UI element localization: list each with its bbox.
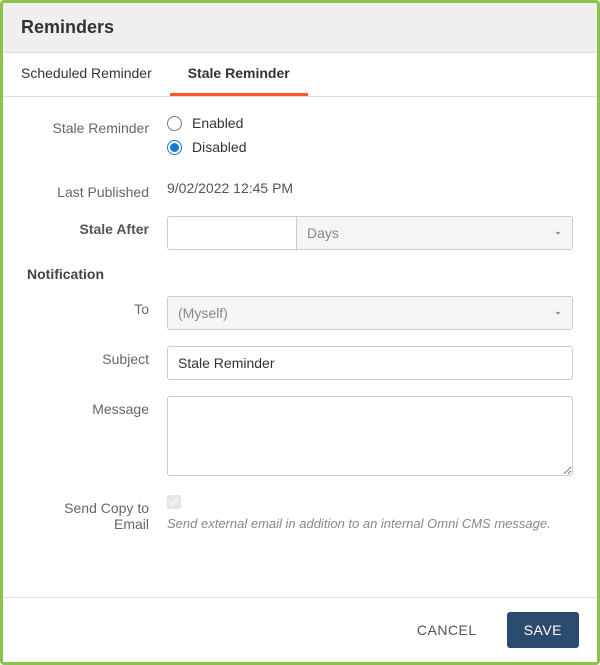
notification-heading: Notification	[27, 266, 573, 282]
send-copy-label: Send Copy to Email	[27, 495, 167, 532]
send-copy-checkbox[interactable]	[167, 495, 181, 509]
to-label: To	[27, 296, 167, 317]
last-published-label: Last Published	[27, 179, 167, 200]
radio-enabled-option[interactable]: Enabled	[167, 115, 573, 131]
to-select[interactable]: (Myself)	[167, 296, 573, 330]
stale-after-amount-input[interactable]	[167, 216, 297, 250]
stale-after-label: Stale After	[27, 216, 167, 237]
dialog-title: Reminders	[21, 17, 579, 38]
stale-after-unit-value: Days	[297, 216, 573, 250]
message-textarea[interactable]	[167, 396, 573, 476]
tab-scheduled-reminder[interactable]: Scheduled Reminder	[3, 53, 170, 96]
tab-stale-reminder[interactable]: Stale Reminder	[170, 53, 308, 96]
stale-reminder-label: Stale Reminder	[27, 115, 167, 136]
titlebar: Reminders	[3, 3, 597, 53]
save-button[interactable]: SAVE	[507, 612, 579, 648]
cancel-button[interactable]: CANCEL	[401, 613, 493, 647]
radio-disabled-label: Disabled	[192, 139, 246, 155]
radio-enabled-label: Enabled	[192, 115, 243, 131]
dialog-footer: CANCEL SAVE	[3, 597, 597, 662]
tabs: Scheduled Reminder Stale Reminder	[3, 53, 597, 97]
radio-disabled[interactable]	[167, 140, 182, 155]
send-copy-helper: Send external email in addition to an in…	[167, 515, 573, 533]
stale-reminder-radio-group: Enabled Disabled	[167, 115, 573, 163]
last-published-value: 9/02/2022 12:45 PM	[167, 179, 573, 196]
stale-after-unit-select[interactable]: Days	[297, 216, 573, 250]
subject-label: Subject	[27, 346, 167, 367]
radio-enabled[interactable]	[167, 116, 182, 131]
radio-disabled-option[interactable]: Disabled	[167, 139, 573, 155]
reminders-dialog: Reminders Scheduled Reminder Stale Remin…	[0, 0, 600, 665]
message-label: Message	[27, 396, 167, 417]
to-value: (Myself)	[167, 296, 573, 330]
subject-input[interactable]	[167, 346, 573, 380]
form-content: Stale Reminder Enabled Disabled Last Pub…	[3, 97, 597, 597]
